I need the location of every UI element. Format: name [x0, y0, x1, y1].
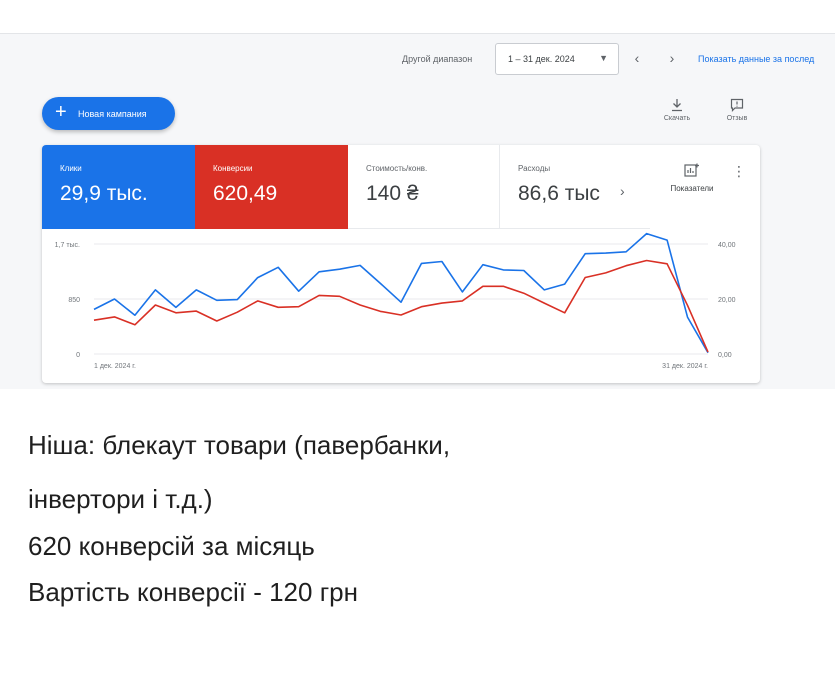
- date-range-value: 1 – 31 дек. 2024: [508, 54, 575, 64]
- annotation-line-1: Ніша: блекаут товари (павербанки,: [28, 430, 451, 460]
- more-vert-icon[interactable]: ⋮: [732, 163, 746, 180]
- show-data-link[interactable]: Показать данные за послед: [698, 54, 814, 64]
- new-campaign-button[interactable]: + Новая кампания: [42, 97, 175, 130]
- y-left-tick-label: 0: [76, 352, 80, 359]
- annotation-line-3: 620 конверсій за місяць: [28, 531, 315, 561]
- x-tick-label: 1 дек. 2024 г.: [94, 363, 136, 370]
- indicators-button[interactable]: Показатели: [660, 163, 724, 193]
- download-button[interactable]: Скачать: [657, 98, 697, 122]
- chevron-left-icon[interactable]: ‹: [627, 48, 647, 68]
- plus-icon: +: [55, 101, 67, 123]
- metric-label: Стоимость/конв.: [366, 164, 428, 173]
- metric-conversions[interactable]: Конверсии 620,49: [195, 145, 348, 229]
- metric-clicks[interactable]: Клики 29,9 тыс.: [42, 145, 195, 229]
- feedback-label: Отзыв: [726, 115, 748, 122]
- metric-value: 620,49: [213, 182, 278, 205]
- y-left-tick-label: 1,7 тыс.: [55, 242, 80, 249]
- metric-value: 140 ₴: [366, 182, 419, 205]
- performance-chart: 1,7 тыс. 40,00 850 20,00 0 0,00 1 дек. 2024 г.…: [55, 232, 736, 370]
- metric-label: Конверсии: [213, 164, 253, 173]
- metric-spend[interactable]: Расходы 86,6 тыс: [500, 145, 650, 229]
- annotation-line-2: інвертори і т.д.): [28, 484, 213, 514]
- y-right-tick-label: 40,00: [718, 242, 736, 249]
- new-campaign-label: Новая кампания: [78, 109, 147, 119]
- series-line-conversions: [93, 259, 709, 353]
- metric-label: Клики: [60, 164, 82, 173]
- feedback-button[interactable]: Отзыв: [718, 98, 756, 122]
- dropdown-caret-icon: ▼: [599, 53, 608, 63]
- chevron-right-icon[interactable]: ›: [620, 183, 625, 199]
- download-label: Скачать: [663, 115, 691, 122]
- indicators-label: Показатели: [670, 184, 714, 193]
- y-right-tick-label: 20,00: [718, 297, 736, 304]
- y-right-tick-label: 0,00: [718, 352, 732, 359]
- metric-value: 86,6 тыс: [518, 182, 600, 205]
- date-range-select[interactable]: 1 – 31 дек. 2024 ▼: [495, 43, 619, 75]
- annotation-line-4: Вартість конверсії - 120 грн: [28, 577, 358, 607]
- series-line-clicks: [93, 232, 709, 354]
- ads-dashboard-screenshot: Другой диапазон 1 – 31 дек. 2024 ▼ ‹ › П…: [0, 33, 835, 389]
- x-tick-label: 31 дек. 2024 г.: [662, 363, 708, 370]
- chevron-right-icon[interactable]: ›: [662, 48, 682, 68]
- performance-card: Клики 29,9 тыс. Конверсии 620,49 Стоимос…: [42, 145, 760, 383]
- other-range-label: Другой диапазон: [402, 54, 473, 64]
- chart-settings-icon: [684, 163, 699, 177]
- metric-cost-per-conversion[interactable]: Стоимость/конв. 140 ₴: [348, 145, 500, 229]
- y-left-tick-label: 850: [68, 297, 80, 304]
- feedback-icon: [730, 98, 744, 112]
- download-icon: [672, 99, 682, 112]
- metric-value: 29,9 тыс.: [60, 182, 148, 205]
- metric-label: Расходы: [518, 164, 551, 173]
